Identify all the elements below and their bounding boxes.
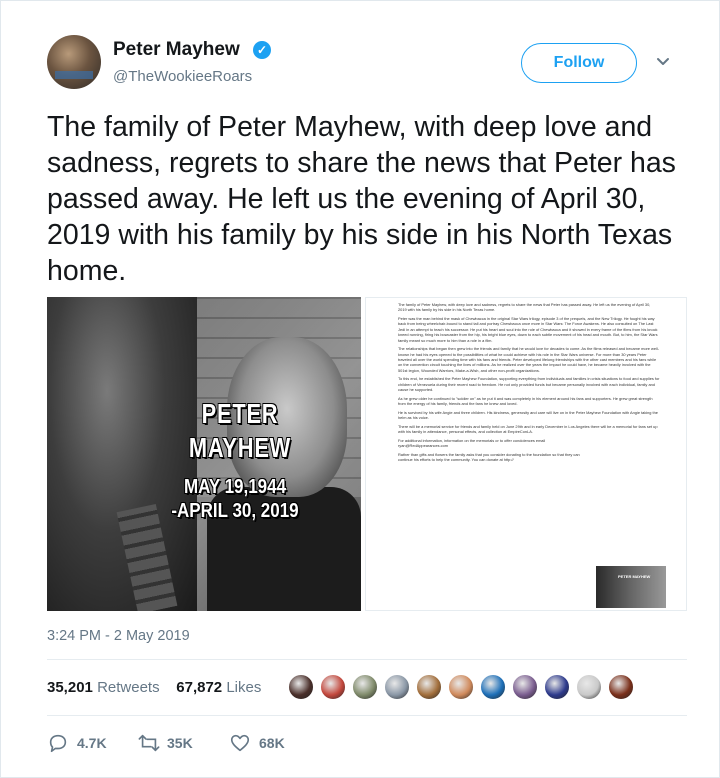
chewbacca-figure	[47, 297, 197, 611]
liker-avatar[interactable]	[479, 673, 507, 701]
statement-paragraph: The family of Peter Mayhew, with deep lo…	[398, 302, 651, 313]
liker-avatar[interactable]	[319, 673, 347, 701]
likes-stat[interactable]: 67,872 Likes	[176, 679, 261, 696]
retweets-count: 35,201	[47, 679, 93, 696]
statement-paragraph: As he grew older he continued to "soldie…	[398, 395, 653, 407]
photo-name-line1: PETER	[201, 398, 279, 429]
profile-avatar[interactable]	[47, 35, 101, 89]
liker-avatar[interactable]	[351, 673, 379, 701]
statement-thumbnail: PETER MAYHEW	[596, 566, 666, 608]
tweet-actions: 4.7K 35K 68K	[47, 731, 347, 755]
photo-name-text: PETER MAYHEW	[182, 397, 299, 465]
divider	[47, 715, 687, 716]
engagement-stats: 35,201 Retweets 67,872 Likes	[47, 679, 261, 696]
avatar-decoration	[55, 71, 93, 79]
statement-paragraph: He is survived by his wife Angie and thr…	[398, 409, 658, 421]
chevron-down-icon[interactable]	[653, 51, 673, 71]
tweet-card: Peter Mayhew ✓ @TheWookieeRoars Follow T…	[0, 0, 720, 778]
liker-avatar[interactable]	[607, 673, 635, 701]
user-name[interactable]: Peter Mayhew	[113, 39, 240, 61]
statement-paragraph: Peter was the man behind the mask of Che…	[398, 316, 658, 343]
follow-button[interactable]: Follow	[521, 43, 637, 83]
liker-avatar[interactable]	[383, 673, 411, 701]
like-button[interactable]: 68K	[229, 731, 299, 755]
divider	[47, 659, 687, 660]
photo-dates-line2: -APRIL 30, 2019	[171, 500, 299, 522]
photo-dates-line1: MAY 19,1944	[183, 476, 287, 498]
statement-paragraph: To this end, he established the Peter Ma…	[398, 376, 660, 393]
statement-paragraph: There will be a memorial service for fri…	[398, 423, 658, 435]
liker-avatar[interactable]	[511, 673, 539, 701]
user-handle[interactable]: @TheWookieeRoars	[113, 68, 252, 85]
tweet-text: The family of Peter Mayhew, with deep lo…	[47, 111, 676, 287]
reply-button[interactable]: 4.7K	[47, 731, 117, 755]
statement-paragraph: For additional information, information …	[398, 437, 546, 449]
liker-avatar[interactable]	[287, 673, 315, 701]
statement-body: The family of Peter Mayhew, with deep lo…	[398, 302, 660, 466]
retweets-stat[interactable]: 35,201 Retweets	[47, 679, 160, 696]
like-count: 68K	[259, 735, 285, 751]
verified-badge-icon: ✓	[253, 41, 271, 59]
reply-icon	[49, 734, 67, 753]
likes-count: 67,872	[176, 679, 223, 696]
retweets-label: Retweets	[97, 679, 160, 696]
statement-paragraph: Rather than gifts and flowers the family…	[398, 451, 580, 463]
statement-paragraph: The relationships that began then grew i…	[398, 346, 660, 373]
tweet-timestamp[interactable]: 3:24 PM - 2 May 2019	[47, 628, 190, 644]
retweet-button[interactable]: 35K	[137, 731, 207, 755]
photo-name-line2: MAYHEW	[188, 432, 292, 463]
photo-dates-text: MAY 19,1944 -APRIL 30, 2019	[159, 475, 312, 523]
reply-count: 4.7K	[77, 735, 107, 751]
retweet-count: 35K	[167, 735, 193, 751]
liker-avatar[interactable]	[543, 673, 571, 701]
heart-icon	[230, 734, 250, 752]
statement-thumbnail-text: PETER MAYHEW	[618, 574, 651, 579]
liker-avatar[interactable]	[415, 673, 443, 701]
liker-avatar[interactable]	[575, 673, 603, 701]
statement-image[interactable]: The family of Peter Mayhew, with deep lo…	[365, 297, 687, 611]
likes-label: Likes	[226, 679, 262, 696]
liker-avatar[interactable]	[447, 673, 475, 701]
retweet-icon	[138, 734, 160, 752]
tweet-photo[interactable]: PETER MAYHEW MAY 19,1944 -APRIL 30, 2019	[47, 297, 361, 611]
